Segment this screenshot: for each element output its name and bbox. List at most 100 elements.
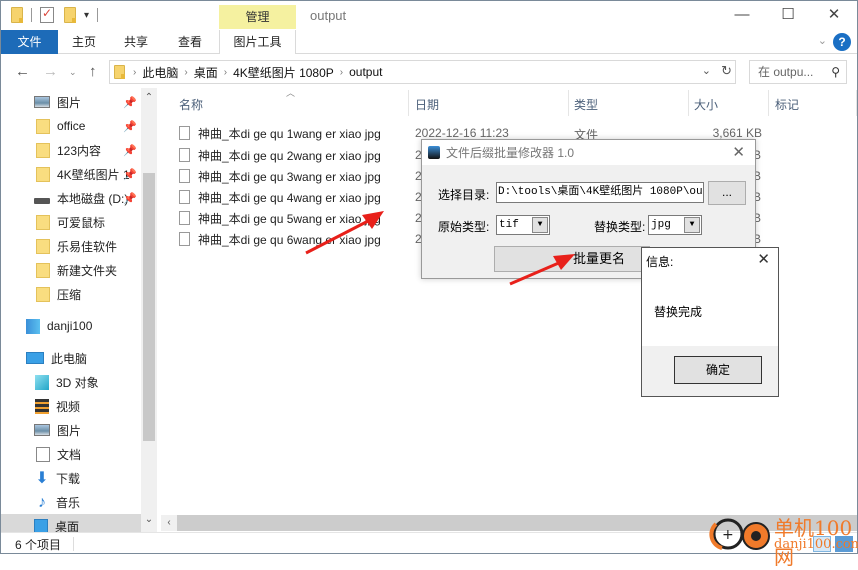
minimize-button[interactable]: — [719, 1, 765, 29]
file-icon [179, 190, 190, 204]
nav-item-label: 可爱鼠标 [57, 215, 106, 230]
tab-file[interactable]: 文件 [1, 30, 58, 54]
address-dropdown-icon[interactable]: ⌄ [702, 64, 711, 77]
nav-item-this-pc[interactable]: 此电脑 [1, 346, 141, 370]
nav-item-compress[interactable]: 压缩 [1, 282, 141, 306]
scrollbar-thumb[interactable] [143, 173, 155, 441]
expand-ribbon-icon[interactable]: ⌄ [818, 34, 827, 47]
pin-icon[interactable]: 📌 [123, 192, 137, 205]
nav-item-pictures[interactable]: 图片 📌 [1, 90, 141, 114]
source-type-select[interactable]: tif ▼ [496, 215, 550, 235]
tab-home[interactable]: 主页 [61, 30, 107, 54]
nav-item-4k-wallpaper[interactable]: 4K壁纸图片 1 📌 [1, 162, 141, 186]
info-close-icon[interactable]: ✕ [757, 250, 770, 268]
directory-label: 选择目录: [438, 188, 490, 202]
chevron-right-icon[interactable]: › [184, 67, 187, 78]
refresh-icon[interactable]: ↻ [721, 63, 732, 79]
nav-item-office[interactable]: office 📌 [1, 114, 141, 138]
file-row[interactable]: 神曲_本di ge qu 4wang er xiao jpg [179, 186, 381, 208]
sidebar-scrollbar[interactable]: ⌃ ⌄ [141, 88, 157, 532]
target-type-select[interactable]: jpg ▼ [648, 215, 702, 235]
nav-item-downloads[interactable]: ⬇ 下载 [1, 466, 141, 490]
nav-item-desktop[interactable]: 桌面 [1, 514, 141, 532]
pin-icon[interactable]: 📌 [123, 120, 137, 133]
nav-item-danji100[interactable]: danji100 [1, 314, 141, 338]
nav-item-music[interactable]: ♪ 音乐 [1, 490, 141, 514]
tab-view[interactable]: 查看 [167, 30, 213, 54]
address-bar[interactable]: › 此电脑 › 桌面 › 4K壁纸图片 1080P › output ⌄ ↻ [109, 60, 736, 84]
breadcrumb-desktop[interactable]: 桌面 [194, 64, 218, 81]
chevron-right-icon[interactable]: › [133, 67, 136, 78]
close-button[interactable]: ✕ [811, 1, 857, 29]
customize-toolbar-icon[interactable]: ▾ [84, 10, 89, 21]
tab-picture-tools[interactable]: 图片工具 [219, 30, 296, 54]
breadcrumb-wallpaper-folder[interactable]: 4K壁纸图片 1080P [233, 64, 334, 81]
search-icon[interactable]: ⚲ [831, 61, 840, 83]
back-arrow-icon[interactable]: ← [15, 63, 30, 80]
recent-locations-icon[interactable]: ⌄ [69, 67, 77, 78]
column-header-name[interactable]: 名称 [179, 96, 203, 113]
nav-item-local-disk-d[interactable]: 本地磁盘 (D:) 📌 [1, 186, 141, 210]
breadcrumb-output[interactable]: output [349, 65, 382, 79]
pictures-icon [34, 96, 50, 108]
batch-rename-button[interactable]: 批量更名 [494, 246, 650, 272]
column-divider[interactable] [768, 90, 769, 116]
nav-item-new-folder[interactable]: 新建文件夹 [1, 258, 141, 282]
column-divider[interactable] [856, 90, 857, 116]
file-row[interactable]: 神曲_本di ge qu 2wang er xiao jpg [179, 144, 381, 166]
computer-icon [26, 352, 44, 364]
pin-icon[interactable]: 📌 [123, 168, 137, 181]
source-type-label: 原始类型: [438, 220, 490, 234]
new-folder-icon[interactable] [64, 7, 76, 23]
nav-item-videos[interactable]: 视频 [1, 394, 141, 418]
chevron-right-icon[interactable]: › [224, 67, 227, 78]
up-arrow-icon[interactable]: ↑ [89, 63, 97, 80]
column-header-size[interactable]: 大小 [694, 96, 718, 113]
file-row[interactable]: 神曲_本di ge qu 5wang er xiao jpg [179, 207, 381, 229]
column-divider[interactable] [688, 90, 689, 116]
properties-icon[interactable] [40, 6, 54, 23]
nav-item-leyijia[interactable]: 乐易佳软件 [1, 234, 141, 258]
dropdown-arrow-icon[interactable]: ▼ [684, 217, 700, 233]
folder-icon [36, 118, 50, 134]
file-row[interactable]: 神曲_本di ge qu 1wang er xiao jpg [179, 122, 381, 144]
nav-item-documents[interactable]: 文档 [1, 442, 141, 466]
info-footer: 确定 [642, 346, 778, 396]
ok-button[interactable]: 确定 [674, 356, 762, 384]
scroll-down-icon[interactable]: ⌄ [141, 514, 157, 525]
chevron-right-icon[interactable]: › [340, 67, 343, 78]
column-header-date[interactable]: 日期 [415, 96, 439, 113]
maximize-button[interactable]: ☐ [765, 1, 811, 29]
folder-icon [36, 286, 50, 302]
scroll-left-icon[interactable]: ‹ [161, 515, 177, 531]
nav-item-label: 压缩 [57, 287, 82, 302]
column-header-type[interactable]: 类型 [574, 96, 598, 113]
nav-item-123[interactable]: 123内容 📌 [1, 138, 141, 162]
breadcrumb-this-pc[interactable]: 此电脑 [142, 64, 178, 81]
file-row[interactable]: 神曲_本di ge qu 6wang er xiao jpg [179, 228, 381, 250]
browse-button[interactable]: ... [708, 181, 746, 205]
nav-item-cute-mouse[interactable]: 可爱鼠标 [1, 210, 141, 234]
search-input[interactable]: 在 outpu... ⚲ [749, 60, 847, 84]
nav-item-pictures-pc[interactable]: 图片 [1, 418, 141, 442]
folder-icon [36, 142, 50, 158]
dialog-close-icon[interactable]: ✕ [732, 143, 745, 161]
help-icon[interactable]: ? [833, 33, 851, 51]
manage-context-tab[interactable]: 管理 [219, 5, 296, 29]
nav-item-3d-objects[interactable]: 3D 对象 [1, 370, 141, 394]
column-divider[interactable] [568, 90, 569, 116]
folder-icon[interactable] [11, 7, 23, 23]
dropdown-arrow-icon[interactable]: ▼ [532, 217, 548, 233]
info-message-box: 信息: ✕ 替换完成 确定 [641, 247, 779, 397]
pin-icon[interactable]: 📌 [123, 96, 137, 109]
column-divider[interactable] [408, 90, 409, 116]
file-size: 3,661 KB [712, 126, 762, 140]
column-header-tags[interactable]: 标记 [775, 96, 799, 113]
pin-icon[interactable]: 📌 [123, 144, 137, 157]
directory-input[interactable]: D:\tools\桌面\4K壁纸图片 1080P\out [496, 182, 704, 203]
forward-arrow-icon[interactable]: → [43, 63, 58, 80]
file-icon [179, 148, 190, 162]
file-row[interactable]: 神曲_本di ge qu 3wang er xiao jpg [179, 165, 381, 187]
tab-share[interactable]: 共享 [113, 30, 159, 54]
scroll-up-icon[interactable]: ⌃ [141, 92, 157, 103]
